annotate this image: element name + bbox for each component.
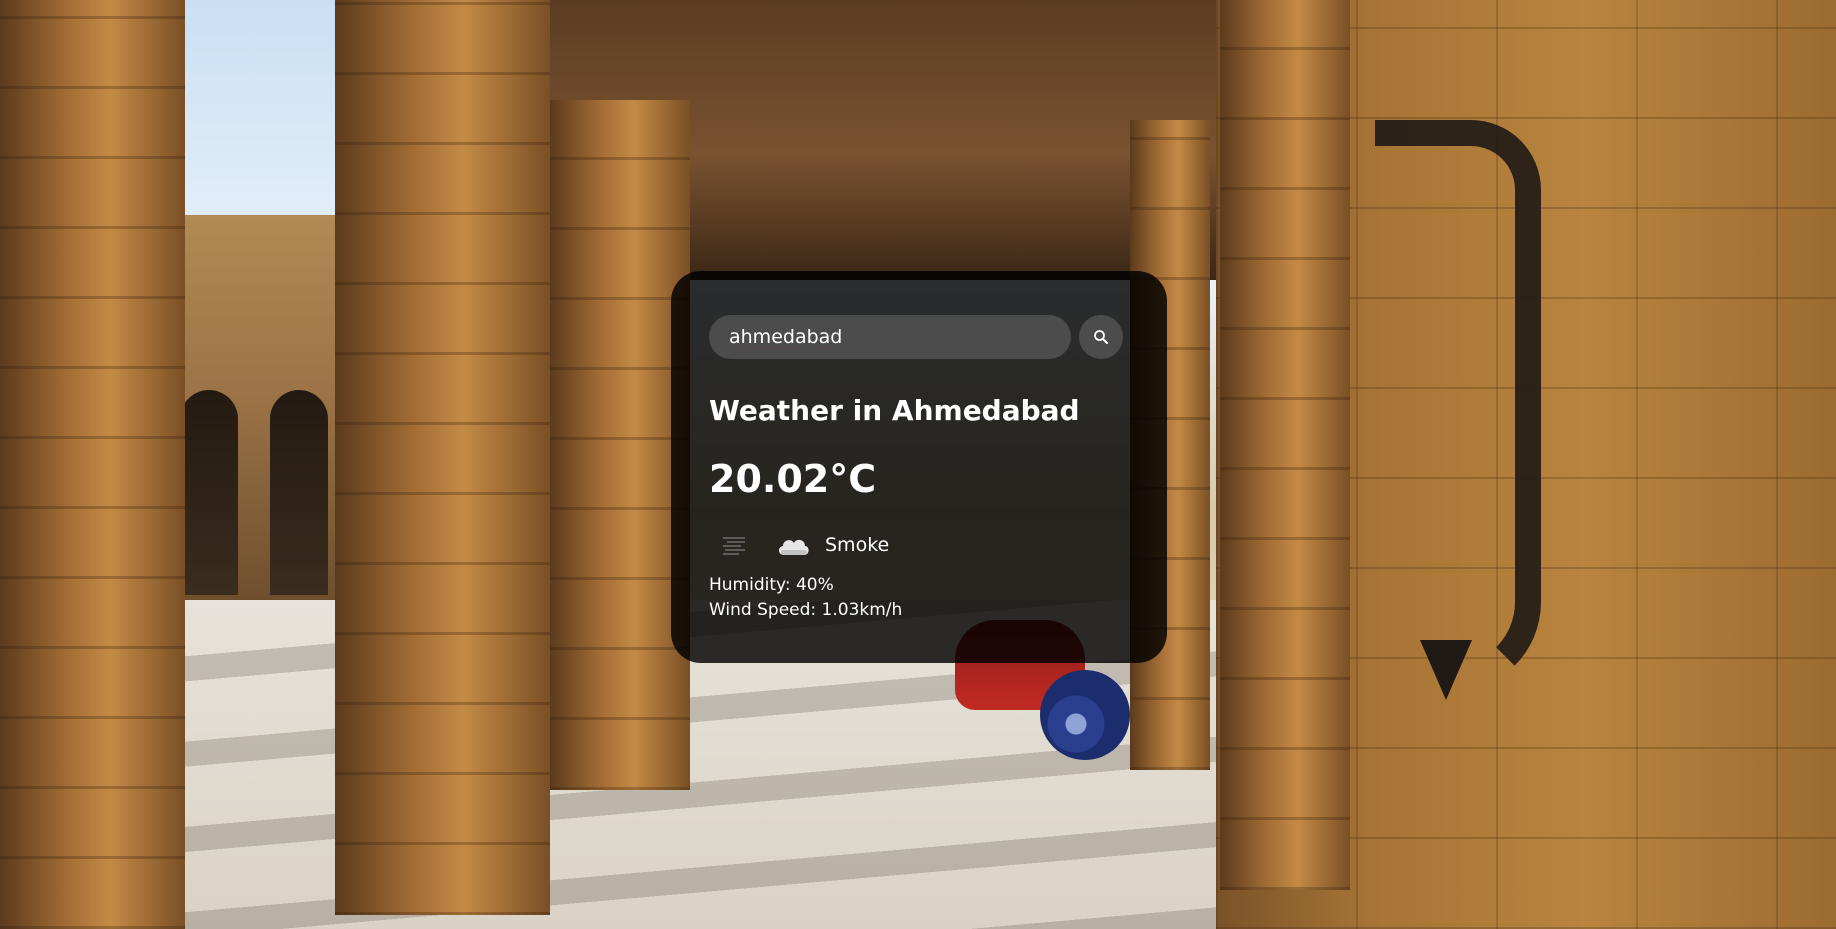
haze-icon xyxy=(723,537,745,555)
weather-description: Smoke xyxy=(825,534,890,556)
search-bar xyxy=(709,315,1123,359)
background-wall-glyph xyxy=(1420,640,1472,700)
temperature-value: 20.02°C xyxy=(709,457,877,501)
weather-title: Weather in Ahmedabad xyxy=(709,394,1080,427)
background-rug xyxy=(1040,670,1130,760)
background-pillar xyxy=(335,0,550,915)
background-pillar xyxy=(550,100,690,790)
search-button[interactable] xyxy=(1079,315,1123,359)
humidity-text: Humidity: 40% xyxy=(709,575,834,595)
search-input[interactable] xyxy=(709,315,1071,359)
cloud-icon xyxy=(778,539,809,555)
background-pillar xyxy=(0,0,185,929)
background-arch xyxy=(180,390,238,595)
background-wall-glyph xyxy=(1375,120,1541,692)
background-arch xyxy=(270,390,328,595)
weather-card: Weather in Ahmedabad 20.02°C Smoke Humid… xyxy=(671,271,1167,663)
background-pillar xyxy=(1220,0,1350,890)
weather-condition: Smoke xyxy=(719,527,889,563)
search-icon xyxy=(1094,330,1108,344)
wind-speed-text: Wind Speed: 1.03km/h xyxy=(709,600,903,620)
